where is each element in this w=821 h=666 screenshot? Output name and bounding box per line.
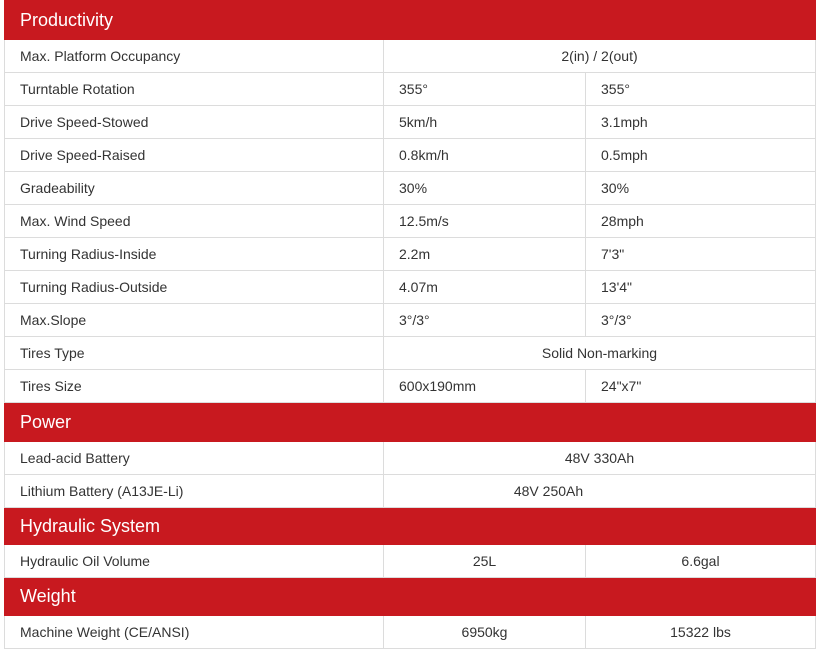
table-row-max-wind-speed: Max. Wind Speed 12.5m/s 28mph [4,204,817,238]
row-label: Drive Speed-Stowed [4,105,384,139]
row-value-metric: 6950kg [383,615,586,649]
row-label: Tires Type [4,336,384,370]
table-row-hydraulic-oil-volume: Hydraulic Oil Volume 25L 6.6gal [4,544,817,578]
row-value-imperial: 355° [584,72,817,106]
row-label: Max. Wind Speed [4,204,384,238]
row-value-imperial: 3°/3° [584,303,817,337]
row-value-metric: 4.07m [383,270,586,304]
row-label: Tires Size [4,369,384,403]
row-value-metric: 2.2m [383,237,586,271]
section-header-weight: Weight [3,577,817,616]
row-label: Turning Radius-Inside [4,237,384,271]
table-row-machine-weight: Machine Weight (CE/ANSI) 6950kg 15322 lb… [4,615,817,649]
row-value-imperial: 13'4" [584,270,817,304]
row-value-metric: 0.8km/h [383,138,586,172]
table-row-turning-radius-inside: Turning Radius-Inside 2.2m 7'3" [4,237,817,271]
row-label: Gradeability [4,171,384,205]
row-value-imperial: 3.1mph [584,105,817,139]
row-value-imperial: 6.6gal [584,544,817,578]
table-row-max-platform-occupancy: Max. Platform Occupancy 2(in) / 2(out) [4,39,817,73]
table-row-tires-size: Tires Size 600x190mm 24"x7" [4,369,817,403]
row-value-metric: 25L [383,544,586,578]
row-label: Hydraulic Oil Volume [4,544,384,578]
row-label: Lithium Battery (A13JE-Li) [4,474,384,508]
row-label: Max.Slope [4,303,384,337]
spec-table: Productivity Max. Platform Occupancy 2(i… [3,0,817,649]
section-header-power: Power [3,402,817,442]
row-value-metric: 355° [383,72,586,106]
row-value-imperial: 7'3" [584,237,817,271]
row-value-imperial: 0.5mph [584,138,817,172]
table-row-turning-radius-outside: Turning Radius-Outside 4.07m 13'4" [4,270,817,304]
row-value-imperial: 15322 lbs [584,615,817,649]
table-row-gradeability: Gradeability 30% 30% [4,171,817,205]
row-value-imperial: 30% [584,171,817,205]
row-value-metric: 5km/h [383,105,586,139]
table-row-tires-type: Tires Type Solid Non-marking [4,336,817,370]
row-value-metric: 30% [383,171,586,205]
row-value-merged: 48V 330Ah [382,441,817,475]
table-row-lithium-battery: Lithium Battery (A13JE-Li) 48V 250Ah [4,474,817,508]
section-title: Hydraulic System [3,507,817,545]
row-label: Max. Platform Occupancy [4,39,384,73]
section-header-productivity: Productivity [3,0,817,40]
row-value-merged: Solid Non-marking [382,336,817,370]
row-label: Drive Speed-Raised [4,138,384,172]
row-label: Machine Weight (CE/ANSI) [4,615,384,649]
row-value-metric: 12.5m/s [383,204,586,238]
table-row-drive-speed-stowed: Drive Speed-Stowed 5km/h 3.1mph [4,105,817,139]
row-value-merged: 2(in) / 2(out) [382,39,817,73]
row-value-metric: 600x190mm [383,369,586,403]
table-row-turntable-rotation: Turntable Rotation 355° 355° [4,72,817,106]
table-row-max-slope: Max.Slope 3°/3° 3°/3° [4,303,817,337]
section-title: Power [3,402,817,442]
row-label: Turning Radius-Outside [4,270,384,304]
section-title: Productivity [3,0,817,40]
section-title: Weight [3,577,817,616]
row-value-merged: 48V 250Ah [382,474,817,508]
section-header-hydraulic-system: Hydraulic System [3,507,817,545]
row-value-imperial: 24"x7" [584,369,817,403]
table-row-drive-speed-raised: Drive Speed-Raised 0.8km/h 0.5mph [4,138,817,172]
row-label: Turntable Rotation [4,72,384,106]
row-value-metric: 3°/3° [383,303,586,337]
row-label: Lead-acid Battery [4,441,384,475]
table-row-lead-acid-battery: Lead-acid Battery 48V 330Ah [4,441,817,475]
row-value-imperial: 28mph [584,204,817,238]
